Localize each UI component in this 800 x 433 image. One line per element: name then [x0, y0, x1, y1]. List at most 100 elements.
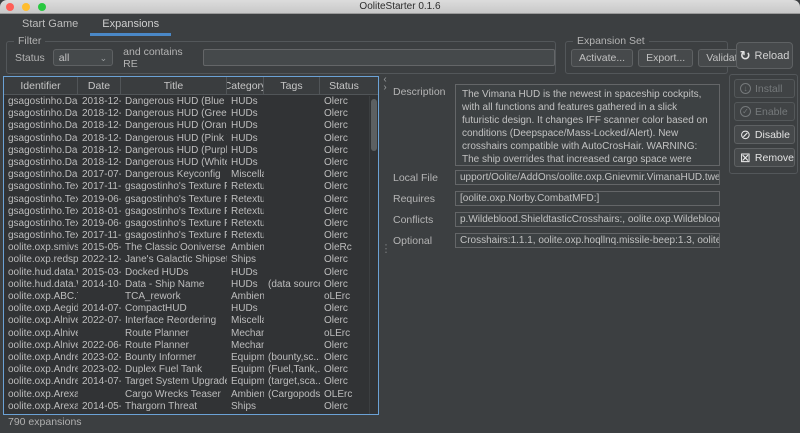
cell-date: 2015-05-... [78, 242, 121, 254]
optional-value[interactable]: Crosshairs:1.1.1, oolite.oxp.hoqllnq.mis… [455, 233, 720, 248]
cell-title: Duplex Fuel Tank [121, 364, 227, 376]
table-row[interactable]: gsagostinho.Dang...2018-12-...Dangerous … [4, 145, 369, 157]
enable-button[interactable]: ✓ Enable [734, 102, 795, 121]
cell-date: 2023-02-... [78, 364, 121, 376]
table-row[interactable]: gsagostinho.Textu...2017-11-...gsagostin… [4, 230, 369, 242]
cell-status: Olerc [320, 218, 368, 230]
local-file-value[interactable]: upport/Oolite/AddOns/oolite.oxp.Gnievmir… [455, 170, 720, 185]
table-row[interactable]: oolite.oxp.Andrey...2023-02-...Duplex Fu… [4, 364, 369, 376]
cell-tags [264, 218, 320, 230]
table-row[interactable]: gsagostinho.Dang...2018-12-...Dangerous … [4, 133, 369, 145]
table-row[interactable]: oolite.hud.data.Wi...2015-03-...Docked H… [4, 267, 369, 279]
table-row[interactable]: gsagostinho.Textu...2019-06-...gsagostin… [4, 218, 369, 230]
zoom-window-icon[interactable] [38, 3, 46, 11]
cell-status: Olerc [320, 315, 368, 327]
tab-start-game[interactable]: Start Game [10, 14, 90, 36]
divider-grip-icon[interactable]: ⋮ [381, 242, 390, 255]
enable-icon: ✓ [740, 106, 751, 117]
table-row[interactable]: oolite.oxp.smivs.Cl...2015-05-...The Cla… [4, 242, 369, 254]
cell-category: Ships [227, 254, 264, 266]
cell-title: Dangerous HUD (Orange ... [121, 120, 227, 132]
window-title: OoliteStarter 0.1.6 [359, 1, 440, 12]
title-bar: OoliteStarter 0.1.6 [0, 0, 800, 14]
close-window-icon[interactable] [6, 3, 14, 11]
cell-category: Ambience [227, 242, 264, 254]
requires-value[interactable]: [oolite.oxp.Norby.CombatMFD:] [455, 191, 720, 206]
cell-title: Jane's Galactic Shipset [121, 254, 227, 266]
cell-title: Dangerous Keyconfig [121, 169, 227, 181]
cell-identifier: gsagostinho.Textu... [4, 181, 78, 193]
expand-right-icon[interactable]: › [383, 84, 386, 92]
table-row[interactable]: oolite.oxp.Andrey...2023-02-...Bounty In… [4, 352, 369, 364]
table-row[interactable]: oolite.oxp.ABC.T...TCA_reworkAmbienceoLE… [4, 291, 369, 303]
table-row[interactable]: oolite.oxp.Alnivel.I...2022-07-...Interf… [4, 315, 369, 327]
minimize-window-icon[interactable] [22, 3, 30, 11]
cell-status: oLErc [320, 291, 368, 303]
table-scrollbar-thumb[interactable] [371, 99, 377, 151]
table-row[interactable]: gsagostinho.Dang...2018-12-...Dangerous … [4, 120, 369, 132]
export-button[interactable]: Export... [638, 49, 693, 67]
cell-identifier: oolite.hud.data.Wi... [4, 279, 78, 291]
table-row[interactable]: gsagostinho.Textu...2017-11-...gsagostin… [4, 181, 369, 193]
activate-button[interactable]: Activate... [571, 49, 633, 67]
cell-title: TCA_rework [121, 291, 227, 303]
split-divider[interactable]: ‹ › ⋮ [379, 76, 391, 415]
cell-tags [264, 401, 320, 413]
table-row[interactable]: gsagostinho.Dang...2018-12-...Dangerous … [4, 108, 369, 120]
disable-button[interactable]: ⊘ Disable [734, 125, 795, 144]
table-row[interactable]: oolite.hud.data.Wi...2014-10-...Data - S… [4, 279, 369, 291]
column-header-tags[interactable]: Tags [264, 77, 320, 94]
cell-status: Olerc [320, 230, 368, 242]
cell-identifier: gsagostinho.Dang... [4, 157, 78, 169]
column-header-title[interactable]: Title [121, 77, 227, 94]
table-row[interactable]: oolite.oxp.Arexac...2014-05-...Thargorn … [4, 401, 369, 413]
cell-tags [264, 206, 320, 218]
cell-status: OleRc [320, 242, 368, 254]
cell-category: Retextu... [227, 206, 264, 218]
filter-group: Filter Status all ⌄ and contains RE [6, 41, 556, 74]
app-window: OoliteStarter 0.1.6 Start Game Expansion… [0, 0, 800, 433]
table-scrollbar[interactable] [369, 96, 378, 414]
remove-button[interactable]: ⊠ Remove [734, 148, 795, 167]
cell-date: 2015-03-... [78, 267, 121, 279]
status-filter-dropdown[interactable]: all ⌄ [53, 49, 113, 66]
cell-date [78, 291, 121, 303]
reload-button[interactable]: ↻ Reload [736, 42, 793, 69]
table-row[interactable]: oolite.oxp.redspea...2022-12-...Jane's G… [4, 254, 369, 266]
chevron-down-icon: ⌄ [100, 55, 108, 61]
table-row[interactable]: oolite.oxp.Alnivel....Route PlannerMecha… [4, 328, 369, 340]
column-header-date[interactable]: Date [78, 77, 121, 94]
table-row[interactable]: gsagostinho.Dang...2018-12-...Dangerous … [4, 96, 369, 108]
conflicts-value[interactable]: p.Wildeblood.ShieldtasticCrosshairs:, oo… [455, 212, 720, 227]
cell-status: Olerc [320, 120, 368, 132]
table-row[interactable]: oolite.oxp.Andrey...2014-07-...Target Sy… [4, 376, 369, 388]
column-header-category[interactable]: Category [227, 77, 264, 94]
cell-identifier: gsagostinho.Dang... [4, 133, 78, 145]
cell-title: gsagostinho's Texture P... [121, 218, 227, 230]
table-row[interactable]: gsagostinho.Textu...2018-01-...gsagostin… [4, 206, 369, 218]
cell-category: HUDs [227, 120, 264, 132]
cell-title: gsagostinho's Texture P... [121, 194, 227, 206]
install-icon: ↓ [740, 83, 751, 94]
table-row[interactable]: oolite.oxp.Alnivel....2022-06-...Route P… [4, 340, 369, 352]
column-header-identifier[interactable]: Identifier [4, 77, 78, 94]
table-row[interactable]: oolite.oxp.Aegide...2014-07-...CompactHU… [4, 303, 369, 315]
description-text[interactable]: The Vimana HUD is the newest in spaceshi… [455, 84, 720, 166]
column-header-status[interactable]: Status [320, 77, 368, 94]
cell-date: 2018-12-... [78, 108, 121, 120]
table-row[interactable]: gsagostinho.Dang...2018-12-...Dangerous … [4, 157, 369, 169]
cell-tags [264, 291, 320, 303]
expansion-actions-group: ↓ Install ✓ Enable ⊘ Disable ⊠ Remove [729, 74, 798, 174]
install-button[interactable]: ↓ Install [734, 79, 795, 98]
table-row[interactable]: gsagostinho.Textu...2019-06-...gsagostin… [4, 194, 369, 206]
cell-tags [264, 120, 320, 132]
regex-filter-input[interactable] [203, 49, 555, 66]
cell-category: Retextu... [227, 230, 264, 242]
cell-category: Miscella... [227, 315, 264, 327]
table-row[interactable]: oolite.oxp.Arexac...Cargo Wrecks TeaserA… [4, 389, 369, 401]
cell-status: Olerc [320, 279, 368, 291]
cell-date: 2022-07-... [78, 315, 121, 327]
cell-identifier: oolite.oxp.Andrey... [4, 352, 78, 364]
tab-expansions[interactable]: Expansions [90, 14, 171, 36]
table-row[interactable]: gsagostinho.Dang...2017-07-...Dangerous … [4, 169, 369, 181]
